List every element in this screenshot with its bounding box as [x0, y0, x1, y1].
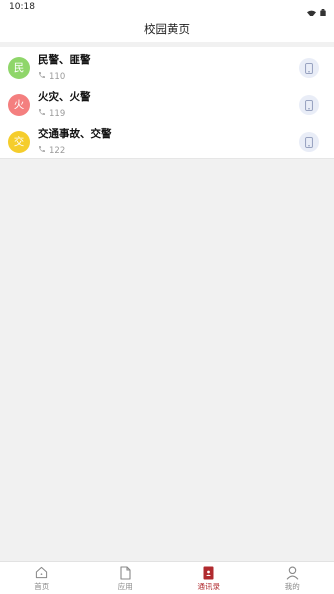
mobile-phone-icon	[305, 96, 313, 115]
tab-label: 我的	[284, 582, 300, 591]
person-icon	[285, 565, 300, 580]
contact-phone: 110	[38, 71, 65, 82]
tab-mine[interactable]: 我的	[251, 562, 334, 594]
contact-item-fire[interactable]: 火 火灾、火警 119	[0, 84, 334, 121]
contact-item-police[interactable]: 民 民警、匪警 110	[0, 47, 334, 84]
contact-name: 交通事故、交警	[38, 128, 112, 140]
tab-label: 通讯录	[197, 582, 221, 591]
phone-number: 119	[49, 108, 66, 119]
avatar: 交	[8, 131, 30, 153]
mobile-phone-icon	[305, 59, 313, 78]
mobile-phone-icon	[305, 133, 313, 152]
phone-icon	[38, 108, 46, 119]
contact-name: 火灾、火警	[38, 91, 91, 103]
status-time: 10:18	[9, 2, 35, 12]
phone-number: 122	[49, 145, 66, 156]
phone-icon	[38, 71, 46, 82]
contact-name: 民警、匪警	[38, 54, 91, 66]
call-button[interactable]	[299, 132, 319, 152]
status-bar: 10:18	[0, 0, 334, 18]
contact-list: 民 民警、匪警 110 火 火灾、火警 119 交 交通事故、交警 122	[0, 47, 334, 159]
contact-item-traffic[interactable]: 交 交通事故、交警 122	[0, 121, 334, 158]
tab-home[interactable]: 首页	[0, 562, 84, 594]
call-button[interactable]	[299, 95, 319, 115]
home-icon	[34, 565, 49, 580]
header: 校园黄页	[0, 16, 334, 42]
avatar: 民	[8, 57, 30, 79]
contacts-book-icon	[201, 565, 216, 580]
call-button[interactable]	[299, 58, 319, 78]
document-icon	[118, 565, 133, 580]
tab-label: 首页	[34, 582, 50, 591]
contact-phone: 119	[38, 108, 65, 119]
avatar: 火	[8, 94, 30, 116]
tab-contacts[interactable]: 通讯录	[167, 562, 251, 594]
phone-number: 110	[49, 71, 66, 82]
tab-bar: 首页 应用 通讯录 我的	[0, 561, 334, 594]
phone-icon	[38, 145, 46, 156]
tab-label: 应用	[117, 582, 133, 591]
page-title: 校园黄页	[144, 22, 190, 36]
contact-phone: 122	[38, 145, 65, 156]
tab-apps[interactable]: 应用	[84, 562, 168, 594]
